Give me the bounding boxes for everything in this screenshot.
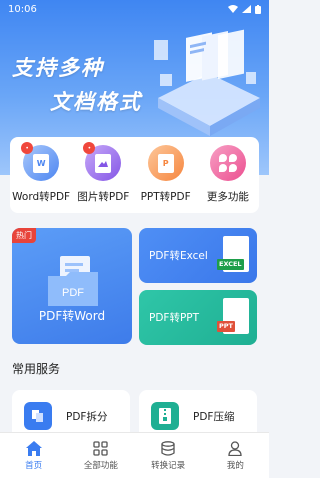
service-label: PDF拆分 — [66, 410, 108, 423]
file-label: EXCEL — [217, 258, 244, 270]
ppt-file-icon: PPT — [217, 297, 249, 338]
card-label: PDF转Excel — [149, 250, 208, 262]
compress-icon — [151, 402, 179, 430]
hot-tag: 热门 — [12, 228, 36, 243]
pdf-to-ppt-card[interactable]: PDF转PPT PPT — [139, 290, 257, 345]
banner-slogan-line2: 文档格式 — [50, 90, 142, 114]
tool-label: PPT转PDF — [140, 191, 191, 203]
tool-image-to-pdf[interactable]: • 图片转PDF — [73, 142, 133, 204]
pdf-to-excel-card[interactable]: PDF转Excel EXCEL — [139, 228, 257, 283]
user-icon — [228, 440, 243, 456]
tool-badge-dot: • — [83, 142, 96, 154]
tool-more-functions[interactable]: 更多功能 — [198, 145, 258, 204]
card-label: PDF转Word — [38, 309, 106, 323]
file-label: PPT — [217, 320, 235, 332]
service-label: PDF压缩 — [193, 410, 235, 423]
battery-icon — [255, 4, 261, 14]
folder-text: PDF — [62, 287, 84, 299]
tab-home[interactable]: 首页 — [4, 440, 64, 471]
banner-slogan-line1: 支持多种 — [12, 56, 104, 80]
home-icon — [25, 440, 42, 456]
tool-doc-letter: P — [157, 153, 174, 173]
tool-ppt-to-pdf[interactable]: P PPT转PDF — [136, 145, 196, 204]
signal-icon — [242, 5, 251, 13]
bottom-tab-bar: 首页 全部功能 转换记录 我的 — [0, 432, 269, 478]
tool-label: 更多功能 — [206, 191, 249, 203]
tab-all-functions[interactable]: 全部功能 — [71, 440, 131, 471]
image-doc-icon: • — [83, 142, 122, 181]
card-label: PDF转PPT — [149, 312, 200, 324]
tool-word-to-pdf[interactable]: • W Word转PDF — [11, 142, 71, 204]
word-doc-icon: • W — [21, 142, 60, 181]
image-glyph-icon — [95, 153, 112, 173]
wifi-icon — [228, 5, 238, 13]
quick-tools-card: • W Word转PDF • 图片转PDF P PPT转PDF 更多功能 — [10, 137, 259, 213]
tab-profile[interactable]: 我的 — [205, 440, 265, 471]
ppt-doc-icon: P — [147, 145, 184, 181]
tool-label: Word转PDF — [12, 191, 71, 203]
split-icon — [24, 402, 52, 430]
services-title: 常用服务 — [12, 362, 61, 376]
status-icons — [228, 4, 261, 14]
grid-icon — [93, 440, 109, 456]
documents-illustration — [154, 29, 260, 136]
tab-history[interactable]: 转换记录 — [138, 440, 198, 471]
tool-label: 图片转PDF — [77, 191, 130, 203]
tab-label: 全部功能 — [83, 460, 118, 471]
status-time: 10:06 — [8, 3, 37, 15]
clover-icon — [209, 145, 246, 181]
status-bar: 10:06 — [0, 0, 269, 18]
excel-file-icon: EXCEL — [217, 235, 249, 276]
pdf-to-word-card[interactable]: 热门 PDF PDF转Word — [12, 228, 132, 344]
tool-badge-dot: • — [21, 142, 34, 154]
tool-doc-letter: W — [33, 153, 50, 173]
tab-label: 转换记录 — [151, 460, 186, 471]
history-icon — [161, 440, 175, 456]
tab-label: 首页 — [25, 460, 43, 471]
pdf-folder-icon: PDF — [48, 256, 98, 306]
tab-label: 我的 — [226, 460, 244, 471]
